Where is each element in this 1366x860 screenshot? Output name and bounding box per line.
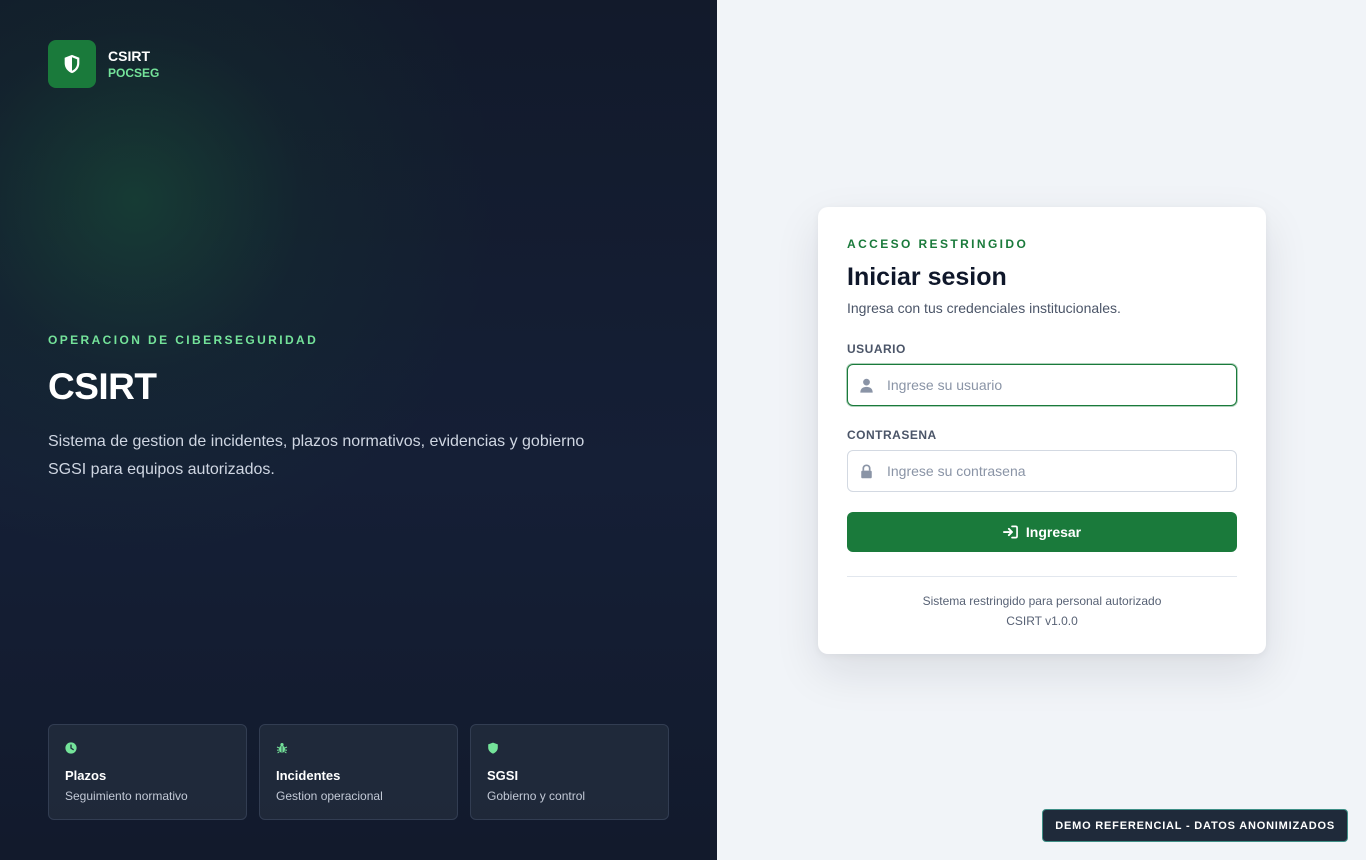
password-label: CONTRASENA [847,428,937,442]
password-field[interactable] [847,450,1237,492]
bug-icon [276,743,288,754]
login-button-label: Ingresar [1025,524,1082,540]
login-button[interactable]: Ingresar [847,512,1237,552]
feature-card-plazos: Plazos Seguimiento normativo [48,724,247,820]
username-field[interactable] [847,364,1237,406]
clock-icon [65,742,77,754]
login-eyebrow: ACCESO RESTRINGIDO [847,237,1029,251]
feature-title: Plazos [65,768,107,783]
feature-card-sgsi: SGSI Gobierno y control [470,724,669,820]
divider [847,576,1237,577]
feature-card-incidentes: Incidentes Gestion operacional [259,724,458,820]
hero-title: CSIRT [48,366,157,407]
feature-title: Incidentes [276,768,341,783]
user-icon [860,378,873,393]
version-label: CSIRT v1.0.0 [1006,614,1078,628]
brand-subtitle: POCSEG [108,66,160,80]
feature-subtitle: Seguimiento normativo [65,789,188,803]
feature-title: SGSI [487,768,519,783]
hero-description: Sistema de gestion de incidentes, plazos… [48,433,585,478]
hero-eyebrow: OPERACION DE CIBERSEGURIDAD [48,333,319,347]
login-panel: ACCESO RESTRINGIDO Iniciar sesion Ingres… [717,0,1366,860]
username-label: USUARIO [847,342,906,356]
sign-in-icon [1002,525,1018,539]
feature-subtitle: Gestion operacional [276,789,383,803]
login-title: Iniciar sesion [847,263,1007,291]
password-input[interactable] [887,463,1217,479]
brand: CSIRT POCSEG [48,40,159,88]
username-input[interactable] [887,377,1217,393]
login-subtitle: Ingresa con tus credenciales institucion… [847,300,1121,316]
brand-logo [48,40,96,88]
shield-icon [64,54,80,74]
login-card: ACCESO RESTRINGIDO Iniciar sesion Ingres… [818,207,1266,654]
demo-badge: DEMO REFERENCIAL - DATOS ANONIMIZADOS [1042,809,1348,842]
brand-name: CSIRT [108,48,150,64]
hero-panel: CSIRT POCSEG OPERACION DE CIBERSEGURIDAD… [0,0,717,860]
brand-text: CSIRT POCSEG [108,47,159,81]
shield-icon [488,742,498,754]
feature-subtitle: Gobierno y control [487,789,586,803]
feature-list: Plazos Seguimiento normativo Incidentes … [48,724,669,820]
restricted-notice: Sistema restringido para personal autori… [922,594,1162,608]
lock-icon [861,463,872,478]
